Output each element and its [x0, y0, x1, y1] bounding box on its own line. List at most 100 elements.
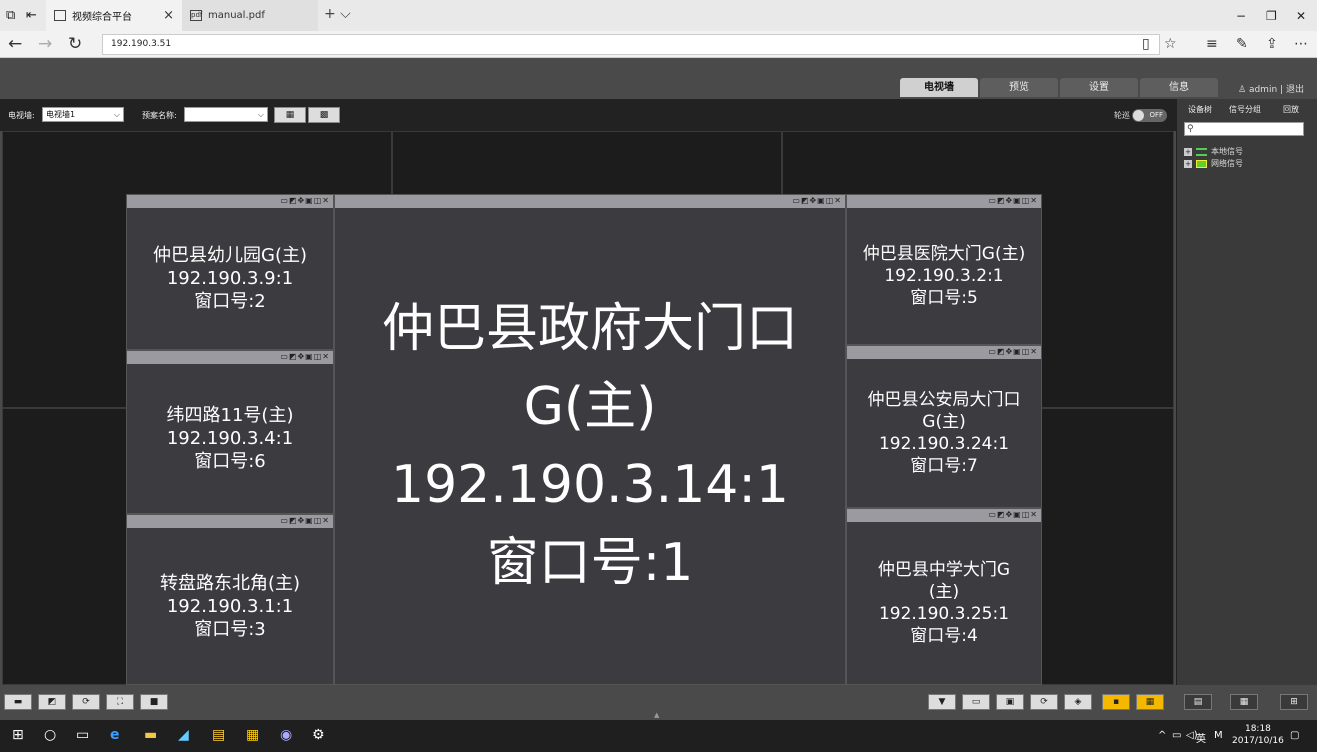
- video-window-6[interactable]: ▭◩✥▣◫✕ 纬四路11号(主) 192.190.3.4:1 窗口号:6: [126, 350, 334, 514]
- layout-multi-button[interactable]: ▦: [1136, 694, 1164, 710]
- video-window-5[interactable]: ▭◩✥▣◫✕ 仲巴县医院大门G(主) 192.190.3.2:1 窗口号:5: [846, 194, 1042, 345]
- edge-browser-icon[interactable]: e: [110, 727, 120, 743]
- split-window-button[interactable]: ▦: [1230, 694, 1258, 710]
- window-controls-icon[interactable]: ▭◩✥▣◫✕: [280, 196, 330, 205]
- file-explorer-icon[interactable]: ▬: [144, 727, 157, 743]
- channel-name: 仲巴县中学大门G: [877, 560, 1011, 580]
- tree-item-network-signal[interactable]: + 网络信号: [1184, 158, 1243, 169]
- window-number: 窗口号:6: [194, 451, 266, 472]
- save-plan-button[interactable]: ▦: [274, 107, 306, 123]
- minimize-icon[interactable]: −: [1236, 9, 1246, 23]
- display-layout-2-button[interactable]: ▭: [962, 694, 990, 710]
- patrol-toggle[interactable]: OFF: [1132, 109, 1167, 122]
- app-icon-1[interactable]: ◢: [178, 727, 189, 743]
- channel-address: 192.190.3.9:1: [166, 268, 294, 289]
- tab-video-platform[interactable]: 视频综合平台 ×: [46, 0, 182, 31]
- tab-signal-group[interactable]: 信号分组: [1223, 102, 1267, 118]
- display-layout-1-button[interactable]: ▼: [928, 694, 956, 710]
- network-icon[interactable]: ▭: [1172, 730, 1181, 741]
- video-window-7[interactable]: ▭◩✥▣◫✕ 仲巴县公安局大门口 G(主) 192.190.3.24:1 窗口号…: [846, 345, 1042, 508]
- url-input[interactable]: 192.190.3.51: [102, 34, 1160, 55]
- settings-gear-icon[interactable]: ⚙: [312, 727, 325, 743]
- close-tab-icon[interactable]: ×: [163, 8, 174, 23]
- window-controls-icon[interactable]: ▭◩✥▣◫✕: [280, 352, 330, 361]
- display-layout-4-button[interactable]: ⟳: [1030, 694, 1058, 710]
- back-icon[interactable]: ←: [8, 34, 22, 54]
- tab-label: 视频综合平台: [72, 12, 132, 23]
- channel-address: 192.190.3.1:1: [166, 595, 294, 617]
- expand-icon[interactable]: +: [1184, 147, 1192, 156]
- chevron-down-icon: ⌵: [113, 110, 120, 119]
- clock[interactable]: 18:18 2017/10/16: [1232, 723, 1284, 747]
- window-controls-icon[interactable]: ▭◩✥▣◫✕: [988, 347, 1038, 356]
- more-icon[interactable]: ⋯: [1294, 36, 1308, 52]
- window-titlebar: ▭◩✥▣◫✕: [847, 195, 1041, 208]
- tab-preview-icon[interactable]: ⧉: [6, 8, 15, 23]
- tv-wall[interactable]: ▭◩✥▣◫✕ 仲巴县幼儿园G(主) 192.190.3.9:1 窗口号:2 ▭◩…: [2, 131, 1174, 685]
- close-window-icon[interactable]: ✕: [1296, 9, 1306, 23]
- window-controls-icon[interactable]: ▭◩✥▣◫✕: [792, 196, 842, 205]
- channel-name: 仲巴县公安局大门口: [867, 390, 1021, 410]
- tab-playback[interactable]: 回放: [1273, 102, 1309, 118]
- channel-name: 转盘路东北角(主): [159, 572, 301, 594]
- app-icon-3[interactable]: ▦: [246, 727, 259, 743]
- task-view-icon[interactable]: ▭: [76, 727, 89, 743]
- nav-tab-info[interactable]: 信息: [1140, 78, 1218, 97]
- call-plan-button[interactable]: ▩: [308, 107, 340, 123]
- clear-screen-button[interactable]: ▬: [4, 694, 32, 710]
- ime-icon[interactable]: M: [1214, 730, 1223, 741]
- restore-icon[interactable]: ❐: [1266, 9, 1277, 23]
- app-icon-4[interactable]: ◉: [280, 727, 292, 743]
- clock-date: 2017/10/16: [1232, 736, 1284, 746]
- tabs-aside-icon[interactable]: ⇤: [26, 8, 37, 23]
- screen-button[interactable]: ■: [140, 694, 168, 710]
- tab-manual-pdf[interactable]: pdf manual.pdf: [182, 0, 318, 31]
- start-icon[interactable]: ⊞: [12, 727, 24, 743]
- window-controls-icon[interactable]: ▭◩✥▣◫✕: [280, 516, 330, 525]
- nav-tab-tvwall[interactable]: 电视墙: [900, 78, 978, 97]
- hub-icon[interactable]: ≡: [1206, 36, 1218, 52]
- add-window-button[interactable]: ▤: [1184, 694, 1212, 710]
- plan-select[interactable]: ⌵: [184, 107, 268, 122]
- favorite-star-icon[interactable]: ☆: [1164, 36, 1177, 52]
- nav-tab-preview[interactable]: 预览: [980, 78, 1058, 97]
- tree-add-button[interactable]: ⊞: [1280, 694, 1308, 710]
- video-window-2[interactable]: ▭◩✥▣◫✕ 仲巴县幼儿园G(主) 192.190.3.9:1 窗口号:2: [126, 194, 334, 350]
- notes-icon[interactable]: ✎: [1236, 36, 1248, 52]
- input-language[interactable]: 英: [1196, 730, 1206, 745]
- forward-icon[interactable]: →: [38, 34, 52, 54]
- tab-device-tree[interactable]: 设备树: [1181, 102, 1219, 118]
- video-window-3[interactable]: ▭◩✥▣◫✕ 转盘路东北角(主) 192.190.3.1:1 窗口号:3: [126, 514, 334, 685]
- search-input[interactable]: ⚲: [1184, 122, 1304, 136]
- tray-chevron-icon[interactable]: ^: [1158, 730, 1166, 741]
- refresh-button[interactable]: ⟳: [72, 694, 100, 710]
- window-controls-icon[interactable]: ▭◩✥▣◫✕: [988, 196, 1038, 205]
- reading-view-icon[interactable]: ▯: [1142, 36, 1150, 52]
- window-controls-icon[interactable]: ▭◩✥▣◫✕: [988, 510, 1038, 519]
- channel-name: 纬四路11号(主): [166, 405, 294, 426]
- video-window-4[interactable]: ▭◩✥▣◫✕ 仲巴县中学大门G (主) 192.190.3.25:1 窗口号:4: [846, 508, 1042, 685]
- layout-single-button[interactable]: ▪: [1102, 694, 1130, 710]
- display-layout-3-button[interactable]: ▣: [996, 694, 1024, 710]
- search-icon[interactable]: ○: [44, 727, 56, 743]
- video-window-1[interactable]: ▭◩✥▣◫✕ 仲巴县政府大门口 G(主) 192.190.3.14:1 窗口号:…: [334, 194, 846, 685]
- tvwall-select[interactable]: 电视墙1 ⌵: [42, 107, 124, 122]
- tree-label: 网络信号: [1211, 159, 1243, 168]
- notifications-icon[interactable]: ▢: [1290, 730, 1299, 741]
- expand-icon[interactable]: +: [1184, 159, 1192, 168]
- window-content: 仲巴县中学大门G (主) 192.190.3.25:1 窗口号:4: [847, 522, 1041, 684]
- display-layout-5-button[interactable]: ◈: [1064, 694, 1092, 710]
- refresh-icon[interactable]: ↻: [68, 34, 82, 54]
- window-titlebar: ▭◩✥▣◫✕: [335, 195, 845, 208]
- share-icon[interactable]: ⇪: [1266, 36, 1278, 52]
- window-number: 窗口号:5: [910, 288, 978, 308]
- app-icon-2[interactable]: ▤: [212, 727, 225, 743]
- fullscreen-button[interactable]: ⛶: [106, 694, 134, 710]
- collapse-up-icon[interactable]: ▲: [654, 711, 659, 719]
- nav-tab-settings[interactable]: 设置: [1060, 78, 1138, 97]
- tree-item-local-signal[interactable]: + 本地信号: [1184, 146, 1243, 157]
- logout-link[interactable]: 退出: [1286, 85, 1304, 95]
- local-signal-icon: [1196, 147, 1207, 156]
- edit-button[interactable]: ◩: [38, 694, 66, 710]
- new-tab-button[interactable]: + ⌵: [324, 6, 351, 22]
